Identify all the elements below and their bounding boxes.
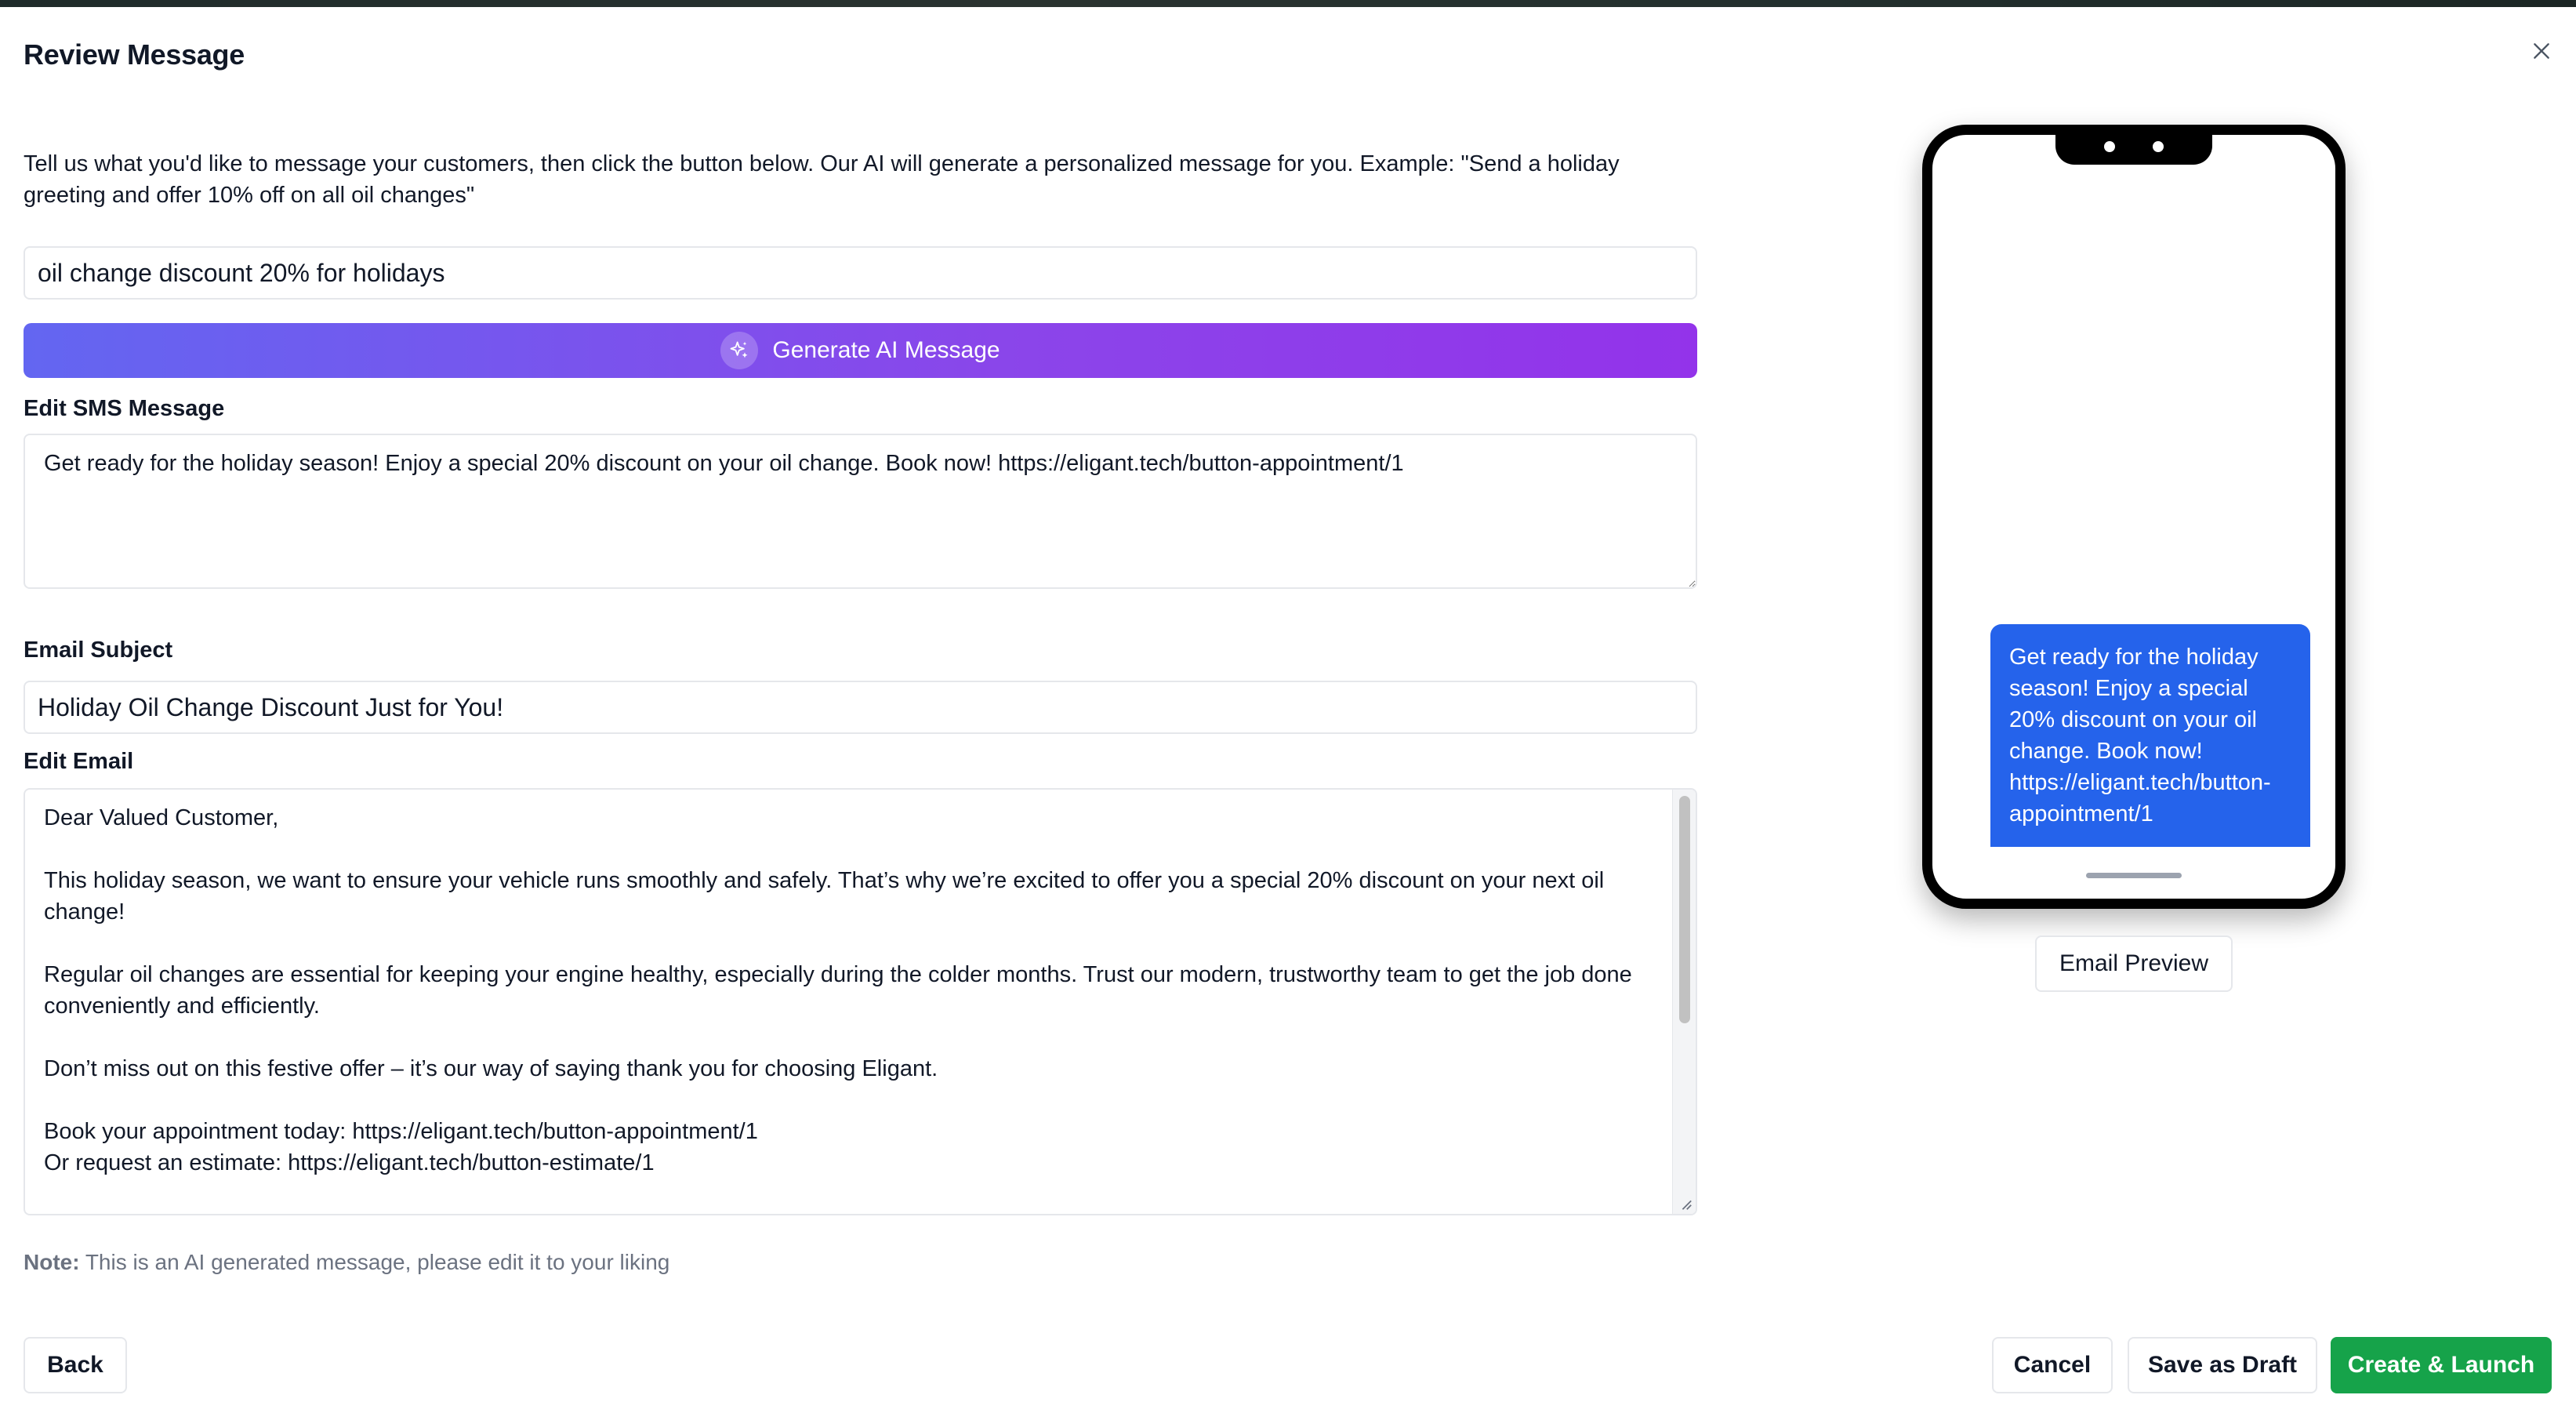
email-scroll-thumb[interactable] [1679, 796, 1690, 1023]
phone-notch [2055, 133, 2212, 165]
sms-preview-bubble: Get ready for the holiday season! Enjoy … [1990, 624, 2310, 847]
compose-form: Tell us what you'd like to message your … [24, 148, 1697, 1274]
modal-title: Review Message [24, 38, 245, 71]
phone-home-indicator [2086, 873, 2182, 878]
close-icon [2534, 43, 2549, 59]
note-text: This is an AI generated message, please … [79, 1250, 670, 1274]
email-scrollbar[interactable] [1672, 790, 1696, 1214]
create-and-launch-button[interactable]: Create & Launch [2331, 1337, 2552, 1393]
save-as-draft-button[interactable]: Save as Draft [2128, 1337, 2317, 1393]
email-preview-button[interactable]: Email Preview [2035, 935, 2233, 992]
close-button[interactable] [2524, 34, 2559, 68]
generate-ai-message-button[interactable]: Generate AI Message [24, 323, 1697, 378]
top-bar [0, 0, 2576, 7]
back-button[interactable]: Back [24, 1337, 127, 1393]
sparkles-icon [720, 332, 759, 369]
ai-note: Note: This is an AI generated message, p… [24, 1250, 669, 1275]
review-message-modal: Review Message Tell us what you'd like t… [0, 7, 2576, 1424]
sms-label: Edit SMS Message [24, 396, 225, 421]
edit-email-label: Edit Email [24, 749, 134, 774]
email-body-textarea[interactable]: Dear Valued Customer, This holiday seaso… [24, 788, 1697, 1215]
prompt-input[interactable] [24, 246, 1697, 300]
email-subject-input[interactable] [24, 681, 1697, 734]
note-label: Note: [24, 1250, 80, 1274]
email-subject-label: Email Subject [24, 638, 173, 663]
sms-message-textarea[interactable]: Get ready for the holiday season! Enjoy … [24, 434, 1697, 589]
email-body-text[interactable]: Dear Valued Customer, This holiday seaso… [25, 790, 1672, 1214]
resize-grip-icon[interactable] [1678, 1197, 1693, 1211]
camera-dot [2104, 141, 2115, 152]
generate-button-label: Generate AI Message [772, 337, 1000, 363]
phone-preview: Get ready for the holiday season! Enjoy … [1922, 125, 2346, 909]
instructions-text: Tell us what you'd like to message your … [24, 151, 1620, 208]
cancel-button[interactable]: Cancel [1992, 1337, 2113, 1393]
sensor-dot [2153, 141, 2164, 152]
